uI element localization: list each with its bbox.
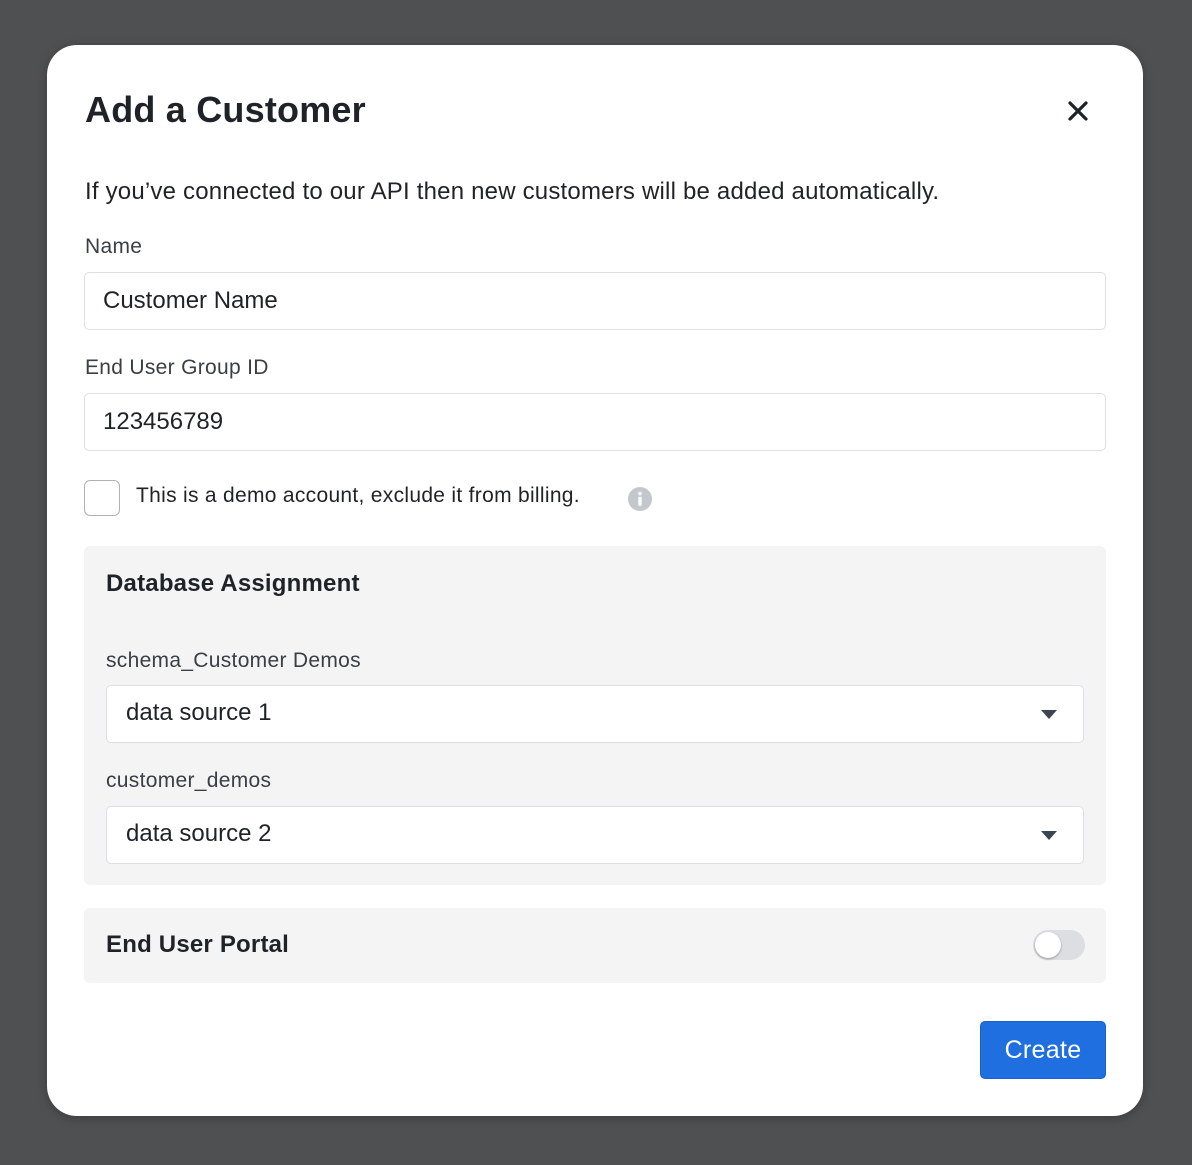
select-value: data source 2 [126, 820, 272, 847]
intro-text: If you’ve connected to our API then new … [85, 178, 940, 205]
customer-demos-label: customer_demos [106, 769, 272, 792]
demo-account-label: This is a demo account, exclude it from … [136, 484, 580, 507]
close-icon[interactable] [1062, 95, 1094, 127]
database-assignment-title: Database Assignment [106, 570, 360, 597]
group-id-label: End User Group ID [85, 356, 269, 379]
customer-demos-select[interactable]: data source 2 [106, 806, 1084, 864]
schema-customer-demos-label: schema_Customer Demos [106, 649, 361, 672]
select-value: data source 1 [126, 699, 272, 726]
info-icon-graphic [628, 487, 652, 511]
name-input[interactable]: Customer Name [84, 272, 1106, 330]
schema-customer-demos-select[interactable]: data source 1 [106, 685, 1084, 743]
toggle-knob [1035, 932, 1061, 958]
info-icon[interactable] [627, 486, 653, 512]
chevron-down-icon [1041, 831, 1057, 840]
create-button[interactable]: Create [980, 1021, 1106, 1079]
end-user-portal-toggle[interactable] [1033, 930, 1085, 960]
chevron-down-icon [1041, 710, 1057, 719]
name-label: Name [85, 235, 143, 258]
add-customer-modal: Add a Customer If you’ve connected to ou… [47, 45, 1143, 1116]
end-user-portal-panel: End User Portal [84, 908, 1106, 983]
close-icon-graphic [1068, 101, 1088, 121]
demo-account-checkbox[interactable] [84, 480, 120, 516]
group-id-input[interactable]: 123456789 [84, 393, 1106, 451]
database-assignment-panel: Database Assignment schema_Customer Demo… [84, 546, 1106, 885]
modal-title: Add a Customer [85, 89, 366, 130]
end-user-portal-title: End User Portal [106, 931, 290, 958]
